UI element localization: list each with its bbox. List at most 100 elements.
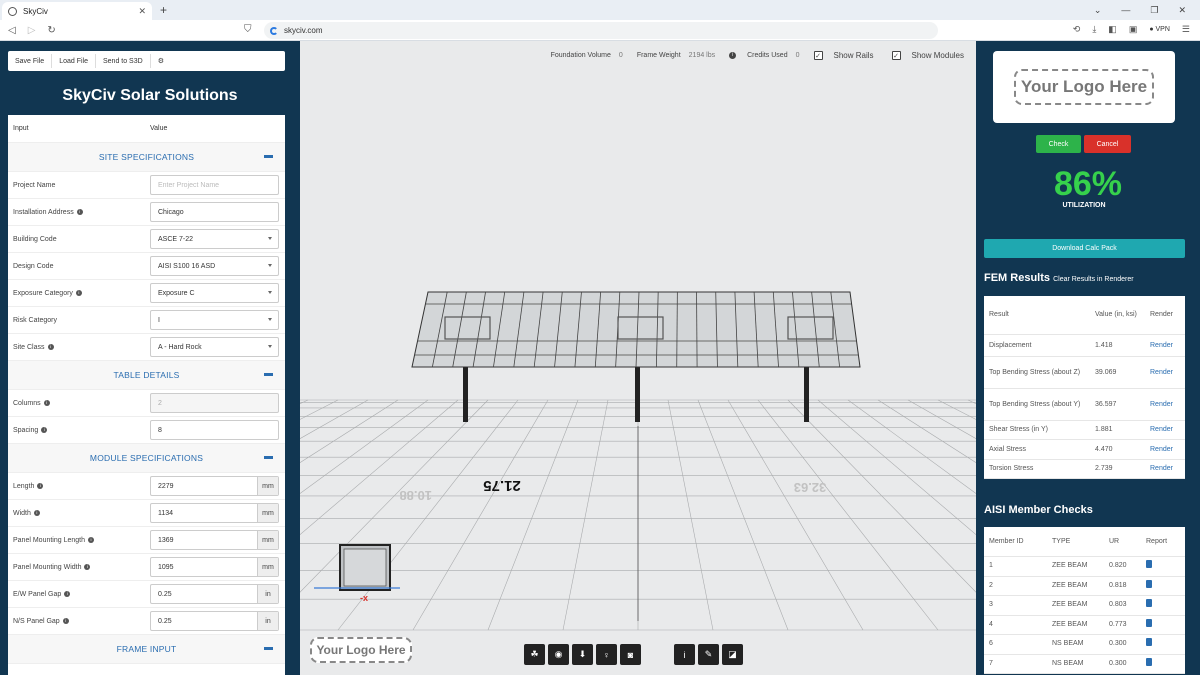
camera-icon[interactable]: ◙	[620, 644, 641, 665]
col-input: Input	[13, 125, 29, 132]
eye-icon[interactable]: ◉	[548, 644, 569, 665]
wallet-icon[interactable]: ▣	[1129, 24, 1138, 35]
info-icon: i	[41, 427, 48, 433]
field-input[interactable]: 8	[150, 420, 279, 440]
download-arrow-icon[interactable]: ⬇	[572, 644, 593, 665]
collapse-icon[interactable]	[264, 456, 273, 459]
field-input[interactable]: 1095 mm	[150, 557, 279, 577]
field-value: 8	[158, 426, 162, 434]
table-cell: 0.773	[1109, 620, 1127, 628]
render-link[interactable]: Render	[1145, 445, 1185, 455]
field-input[interactable]: A - Hard Rock	[150, 337, 279, 357]
unit-label: mm	[257, 531, 278, 549]
vpn-button[interactable]: ● VPN	[1149, 26, 1170, 33]
send-s3d-button[interactable]: Send to S3D	[96, 54, 151, 68]
render-link[interactable]: Render	[1145, 368, 1185, 378]
tab-search-icon[interactable]: ⌄	[1094, 5, 1102, 16]
utilization-value: 86%	[1053, 165, 1123, 203]
menu-icon[interactable]: ☰	[1182, 24, 1190, 35]
lightbulb-icon[interactable]: ♀	[596, 644, 617, 665]
table-row: 3 ZEE BEAM 0.803	[984, 596, 1185, 616]
column-header: Member ID	[989, 537, 1024, 545]
right-panel: Your Logo Here Check Cancel 86% UTILIZAT…	[976, 41, 1200, 675]
post-center	[635, 367, 640, 422]
download-icon[interactable]: ⤓	[1092, 24, 1096, 35]
render-link[interactable]: Render	[1145, 341, 1185, 351]
report-document-icon[interactable]	[1146, 657, 1152, 666]
field-label: Installation Address i	[8, 209, 150, 216]
table-cell: 3	[989, 601, 993, 609]
collapse-icon[interactable]	[264, 647, 273, 650]
section-site-specifications[interactable]: SITE SPECIFICATIONS	[8, 143, 285, 172]
url-field[interactable]: skyciv.com	[264, 22, 938, 39]
extensions-icon[interactable]: ⟲	[1073, 24, 1081, 35]
info-button-icon[interactable]: i	[674, 644, 695, 665]
render-link[interactable]: Render	[1145, 400, 1185, 410]
eraser-icon[interactable]: ◪	[722, 644, 743, 665]
table-cell: 1.418	[1095, 341, 1113, 349]
layers-icon[interactable]: ☘	[524, 644, 545, 665]
show-rails-checkbox[interactable]: ✓	[813, 51, 823, 60]
close-window-icon[interactable]: ✕	[1178, 5, 1186, 16]
check-button[interactable]: Check	[1036, 135, 1081, 153]
table-row: 1 ZEE BEAM 0.820	[984, 557, 1185, 577]
render-link[interactable]: Render	[1145, 464, 1185, 474]
report-document-icon[interactable]	[1146, 560, 1152, 569]
settings-icon[interactable]: ⚙	[151, 54, 171, 68]
solar-structure-render[interactable]: 10.88 21.75 32.63 -x	[300, 41, 976, 675]
table-cell: 0.300	[1109, 640, 1127, 648]
field-label: Width i	[8, 510, 150, 517]
forward-icon[interactable]: ▷	[28, 25, 36, 36]
section-table-details[interactable]: TABLE DETAILS	[8, 361, 285, 390]
reload-icon[interactable]: ↻	[47, 25, 55, 36]
maximize-icon[interactable]: ❐	[1150, 5, 1158, 16]
field-input[interactable]: 0.25 in	[150, 584, 279, 604]
back-icon[interactable]: ◁	[8, 25, 16, 36]
column-header: Report	[1146, 537, 1168, 545]
company-logo: Your Logo Here	[1014, 69, 1154, 105]
field-input[interactable]: AISI S100 16 ASD	[150, 256, 279, 276]
load-file-button[interactable]: Load File	[52, 54, 96, 68]
report-document-icon[interactable]	[1146, 638, 1152, 647]
field-value: 1134	[158, 509, 174, 517]
section-frame-input[interactable]: FRAME INPUT	[8, 635, 285, 664]
download-calc-pack-button[interactable]: Download Calc Pack	[984, 239, 1185, 258]
3d-viewport[interactable]: 10.88 21.75 32.63 -x Foundation Volume 0…	[300, 41, 976, 675]
view-cube[interactable]: -x	[314, 544, 400, 603]
field-label: E/W Panel Gap i	[8, 591, 150, 598]
field-value: 0.25	[158, 590, 172, 598]
field-input[interactable]: ASCE 7-22	[150, 229, 279, 249]
clear-results-link[interactable]: Clear Results in Renderer	[1053, 276, 1134, 283]
field-input[interactable]: Chicago	[150, 202, 279, 222]
browser-tab[interactable]: SkyCiv ✕	[2, 2, 152, 20]
cancel-button[interactable]: Cancel	[1084, 135, 1131, 153]
report-document-icon[interactable]	[1146, 579, 1152, 588]
field-label: Risk Category	[8, 317, 150, 324]
field-input[interactable]: 2	[150, 393, 279, 413]
collapse-icon[interactable]	[264, 155, 273, 158]
report-cell	[1141, 560, 1185, 572]
show-modules-checkbox[interactable]: ✓	[891, 51, 901, 60]
sidebar-icon[interactable]: ◧	[1108, 24, 1117, 35]
render-link[interactable]: Render	[1145, 425, 1185, 435]
field-input[interactable]: 1134 mm	[150, 503, 279, 523]
minimize-icon[interactable]: —	[1121, 5, 1130, 15]
collapse-icon[interactable]	[264, 373, 273, 376]
save-file-button[interactable]: Save File	[8, 54, 53, 68]
field-value: 1369	[158, 536, 174, 544]
field-input[interactable]: Exposure C	[150, 283, 279, 303]
field-input[interactable]: I	[150, 310, 279, 330]
field-input[interactable]: 1369 mm	[150, 530, 279, 550]
bookmark-icon[interactable]: ⛉	[244, 24, 252, 35]
field-input[interactable]: 2279 mm	[150, 476, 279, 496]
new-tab-icon[interactable]: +	[160, 3, 167, 17]
report-document-icon[interactable]	[1146, 618, 1152, 627]
info-icon: i	[43, 400, 50, 406]
col-value: Value	[150, 125, 168, 132]
section-module-specifications[interactable]: MODULE SPECIFICATIONS	[8, 444, 285, 473]
field-input[interactable]: Enter Project Name	[150, 175, 279, 195]
field-input[interactable]: 0.25 in	[150, 611, 279, 631]
report-document-icon[interactable]	[1146, 599, 1152, 608]
close-tab-icon[interactable]: ✕	[138, 6, 146, 17]
pencil-icon[interactable]: ✎	[698, 644, 719, 665]
